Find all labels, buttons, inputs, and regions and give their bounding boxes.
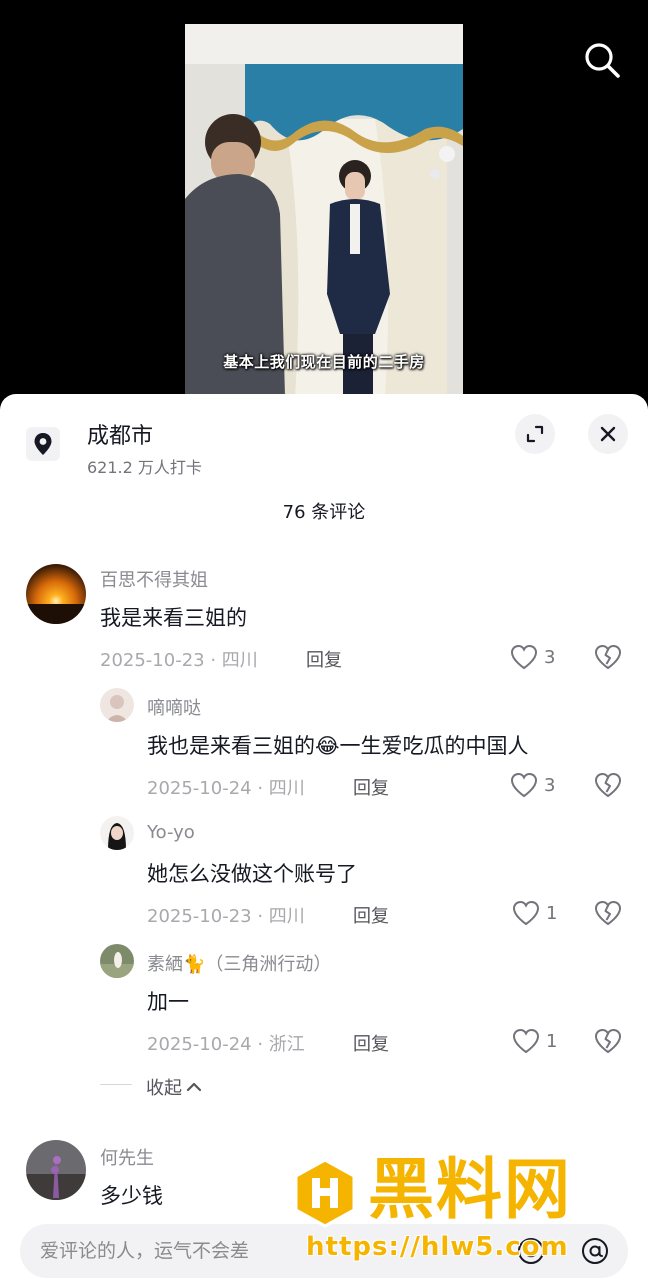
broken-heart-icon — [594, 772, 622, 798]
location-title[interactable]: 成都市 — [87, 418, 153, 450]
watermark-title: 黑料网 — [368, 1151, 572, 1228]
reply-button[interactable]: 回复 — [353, 1030, 389, 1056]
heart-icon — [512, 900, 540, 926]
reply-button[interactable]: 回复 — [353, 774, 389, 800]
like-button[interactable]: 3 — [510, 644, 555, 670]
dislike-button[interactable] — [594, 1028, 622, 1058]
comment-text: 我也是来看三姐的😂一生爱吃瓜的中国人 — [147, 734, 529, 758]
avatar[interactable] — [100, 816, 134, 850]
like-count: 3 — [544, 774, 556, 796]
comment-text: 我是来看三姐的 — [100, 606, 247, 630]
search-button[interactable] — [580, 38, 624, 82]
broken-heart-icon — [594, 1028, 622, 1054]
close-icon — [600, 426, 616, 442]
location-checkins: 621.2 万人打卡 — [87, 458, 202, 477]
comment-username[interactable]: 百思不得其姐 — [100, 566, 208, 592]
like-count: 3 — [544, 646, 556, 668]
comment-text: 她怎么没做这个账号了 — [147, 862, 357, 886]
video-scene-image — [185, 24, 463, 396]
heart-icon — [510, 772, 538, 798]
avatar[interactable] — [100, 688, 134, 722]
avatar[interactable] — [100, 944, 134, 978]
reply-button[interactable]: 回复 — [353, 902, 389, 928]
comment-input[interactable] — [40, 1224, 340, 1278]
collapse-replies-button[interactable]: 收起 — [146, 1074, 202, 1100]
dislike-button[interactable] — [594, 772, 622, 802]
expand-button[interactable] — [515, 414, 555, 454]
comment-text: 多少钱 — [100, 1184, 163, 1208]
like-button[interactable]: 1 — [512, 1028, 557, 1054]
heart-icon — [512, 1028, 540, 1054]
like-button[interactable]: 3 — [510, 772, 555, 798]
comment-username[interactable]: 嘀嘀哒 — [147, 694, 201, 720]
avatar[interactable] — [26, 564, 86, 624]
collapse-divider — [100, 1084, 132, 1085]
comment-count: 76 条评论 — [282, 502, 366, 523]
collapse-label: 收起 — [146, 1078, 182, 1099]
like-button[interactable]: 1 — [512, 900, 557, 926]
video-subtitle: 基本上我们现在目前的二手房 — [223, 353, 425, 371]
close-button[interactable] — [588, 414, 628, 454]
comment-meta: 2025-10-23 · 四川 — [147, 906, 305, 927]
reply-button[interactable]: 回复 — [306, 646, 342, 672]
search-icon — [585, 43, 620, 78]
video-player[interactable]: 基本上我们现在目前的二手房 — [0, 0, 648, 400]
at-icon[interactable] — [580, 1236, 610, 1266]
comment-text: 加一 — [147, 990, 189, 1014]
comment-username[interactable]: 何先生 — [100, 1144, 154, 1170]
broken-heart-icon — [594, 644, 622, 670]
like-count: 1 — [546, 902, 558, 924]
broken-heart-icon — [594, 900, 622, 926]
comment-meta: 2025-10-24 · 浙江 — [147, 1034, 305, 1055]
dislike-button[interactable] — [594, 644, 622, 674]
comment-username[interactable]: 素絤🐈（三角洲行动） — [147, 950, 331, 976]
avatar[interactable] — [26, 1140, 86, 1200]
dislike-button[interactable] — [594, 900, 622, 930]
watermark-logo — [294, 1158, 356, 1228]
comments-panel: 成都市 621.2 万人打卡 76 条评论 百思不得其姐 我是来看三姐的 202… — [0, 394, 648, 1280]
comment-meta: 2025-10-23 · 四川 — [100, 650, 258, 671]
comment-meta: 2025-10-24 · 四川 — [147, 778, 305, 799]
location-pin-icon[interactable] — [26, 427, 60, 461]
expand-icon — [526, 425, 544, 443]
chevron-up-icon — [186, 1082, 202, 1092]
video-frame[interactable]: 基本上我们现在目前的二手房 — [185, 24, 463, 396]
watermark-url: https://hlw5.com — [306, 1232, 569, 1262]
like-count: 1 — [546, 1030, 558, 1052]
comment-username[interactable]: Yo-yo — [147, 822, 195, 843]
heart-icon — [510, 644, 538, 670]
